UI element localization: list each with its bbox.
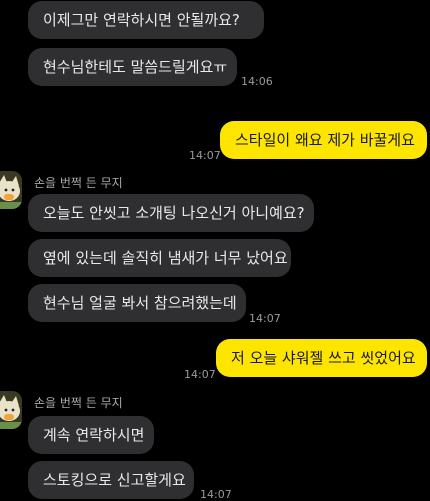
sender-avatar[interactable] [0, 391, 22, 429]
message-timestamp: 14:07 [200, 488, 232, 501]
sender-avatar[interactable] [0, 171, 22, 209]
outgoing-message[interactable]: 저 오늘 샤워젤 쓰고 씻었어요 [216, 339, 427, 377]
message-timestamp: 14:07 [184, 368, 216, 381]
incoming-message[interactable]: 현수님 얼굴 봐서 참으려했는데 [28, 284, 246, 322]
muzi-character-icon [0, 171, 22, 209]
incoming-message[interactable]: 오늘도 안씻고 소개팅 나오신거 아니예요? [28, 194, 314, 232]
message-timestamp: 14:06 [241, 75, 273, 88]
outgoing-message[interactable]: 스타일이 왜요 제가 바꿀게요 [220, 121, 427, 159]
sender-name: 손을 번쩍 든 무지 [34, 176, 123, 190]
muzi-character-icon [0, 391, 22, 429]
message-timestamp: 14:07 [249, 312, 281, 325]
incoming-message[interactable]: 옆에 있는데 솔직히 냄새가 너무 났어요 [28, 239, 291, 277]
sender-name: 손을 번쩍 든 무지 [34, 396, 123, 410]
incoming-message[interactable]: 스토킹으로 신고할게요 [28, 461, 194, 499]
incoming-message[interactable]: 이제그만 연락하시면 안될까요? [28, 1, 264, 39]
incoming-message[interactable]: 계속 연락하시면 [28, 416, 154, 454]
message-timestamp: 14:07 [189, 149, 221, 162]
incoming-message[interactable]: 현수님한테도 말씀드릴게요ㅠ [28, 48, 237, 86]
